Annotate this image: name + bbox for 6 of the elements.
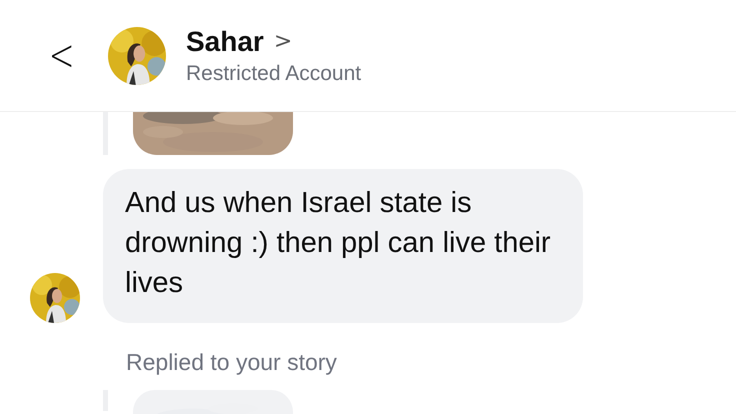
account-status: Restricted Account	[186, 62, 362, 86]
message-bubble: And us when Israel state is drowning :) then ppl can live their lives	[103, 169, 583, 323]
reply-label: Replied to your story	[126, 349, 338, 376]
back-button[interactable]: <	[46, 30, 74, 81]
contact-name[interactable]: Sahar	[186, 26, 264, 58]
chevron-icon[interactable]: >	[274, 29, 292, 54]
